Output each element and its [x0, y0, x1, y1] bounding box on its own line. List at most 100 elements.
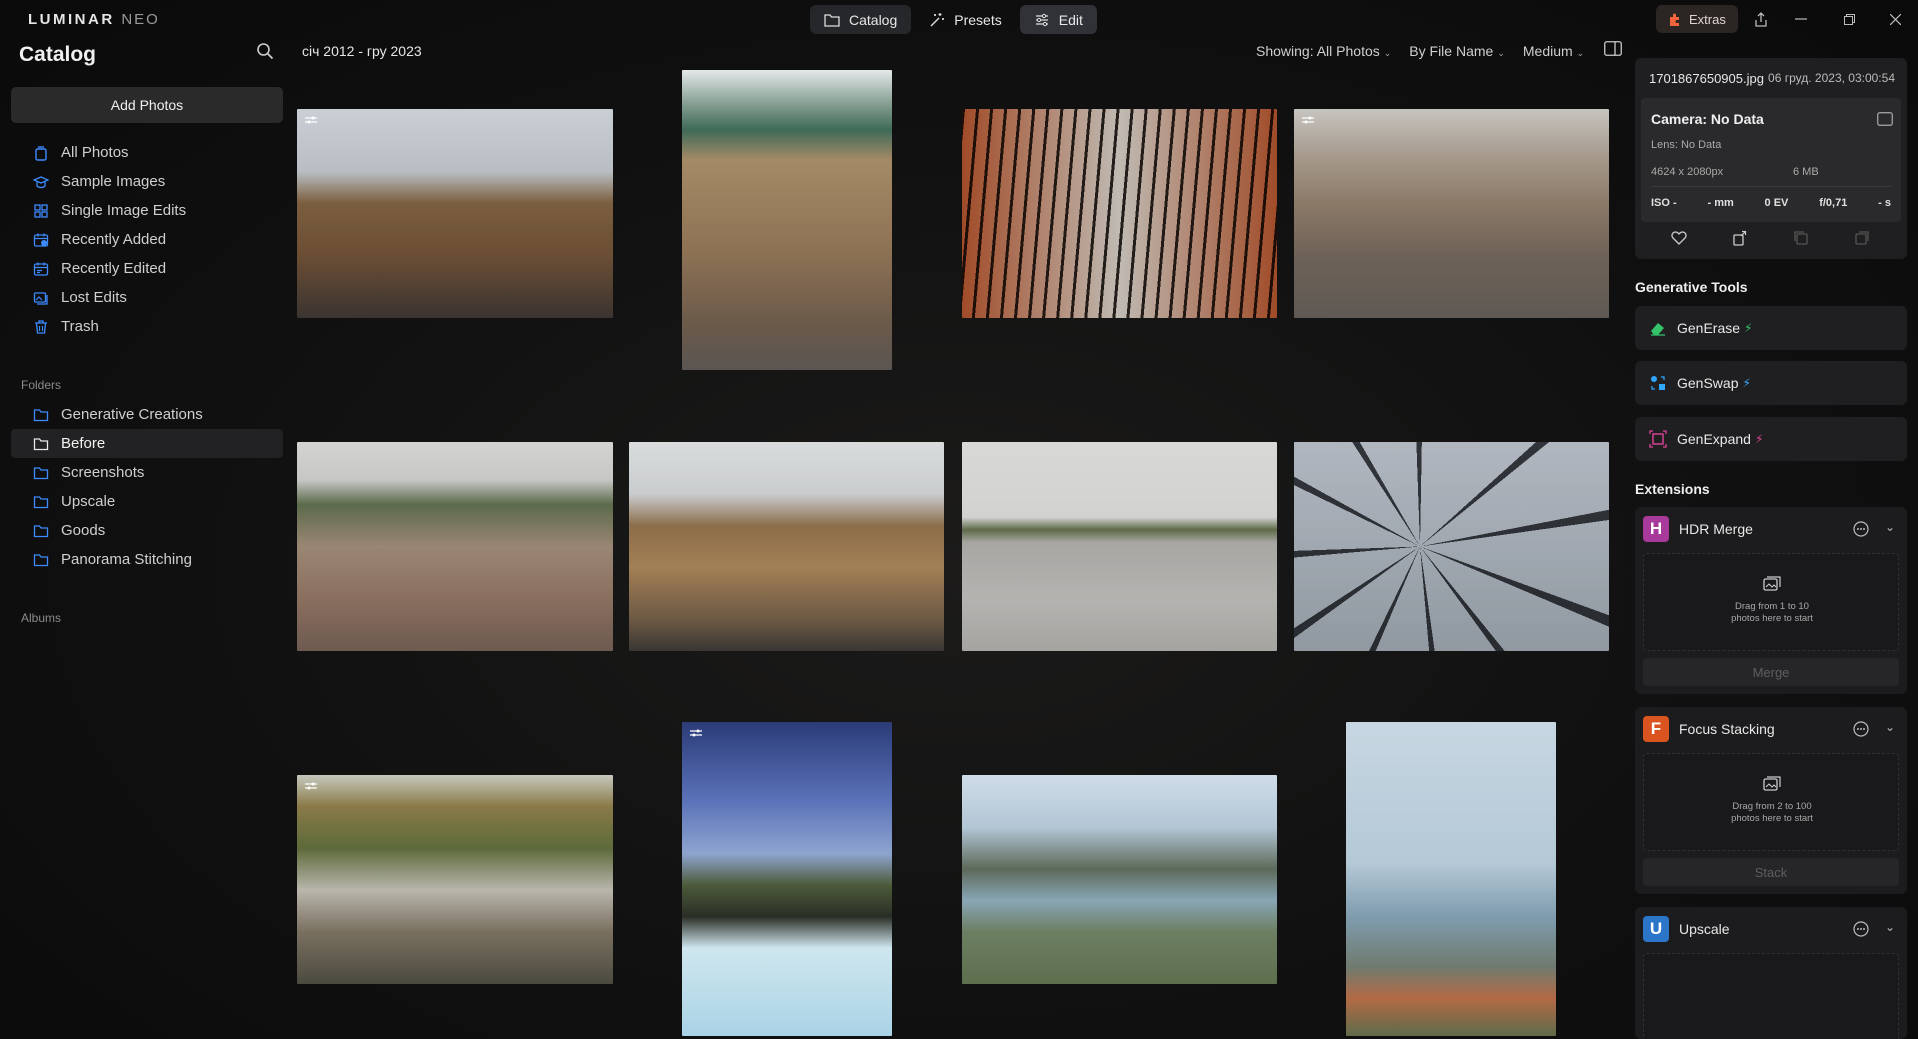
- chevron-down-icon[interactable]: ⌄: [1885, 720, 1895, 734]
- images-icon: [33, 291, 48, 305]
- thumbnail-size-dropdown[interactable]: Medium ⌄: [1523, 43, 1584, 59]
- expand-icon[interactable]: [1877, 112, 1893, 126]
- file-size: 6 MB: [1793, 166, 1819, 178]
- chevron-down-icon[interactable]: ⌄: [1885, 520, 1895, 534]
- focus-stacking-card: F Focus Stacking ⌄ Drag from 2 to 100 ph…: [1635, 707, 1907, 894]
- photo-thumbnail[interactable]: [682, 722, 892, 1036]
- chevron-down-icon: ⌄: [1576, 48, 1585, 58]
- mode-switcher: Catalog Presets Edit: [810, 5, 1097, 34]
- nav-label: Trash: [61, 318, 99, 335]
- folder-icon: [33, 524, 49, 537]
- photo-thumbnail[interactable]: [297, 775, 613, 984]
- nav-recently-added[interactable]: Recently Added: [11, 225, 283, 254]
- more-options-icon[interactable]: [1853, 521, 1869, 537]
- panel-toggle-icon[interactable]: [1604, 41, 1624, 59]
- folder-before[interactable]: Before: [11, 429, 283, 458]
- nav-trash[interactable]: Trash: [11, 312, 283, 341]
- extensions-heading: Extensions: [1635, 481, 1710, 497]
- aperture-value: f/0,71: [1819, 197, 1848, 209]
- add-photos-button[interactable]: Add Photos: [11, 87, 283, 123]
- upscale-drop-zone[interactable]: [1643, 953, 1899, 1039]
- folder-icon: [33, 495, 49, 508]
- drop-line-1: Drag from 1 to 10: [1735, 601, 1809, 612]
- image-dimensions: 4624 x 2080px: [1651, 166, 1724, 178]
- folder-generative-creations[interactable]: Generative Creations: [11, 400, 283, 429]
- drop-line-1: Drag from 2 to 100: [1732, 801, 1812, 812]
- folder-upscale[interactable]: Upscale: [11, 487, 283, 516]
- albums-section-label: Albums: [21, 611, 62, 625]
- presets-mode-button[interactable]: Presets: [915, 5, 1015, 34]
- photo-thumbnail[interactable]: [629, 442, 944, 651]
- restore-icon[interactable]: [1832, 6, 1866, 32]
- nav-recently-edited[interactable]: Recently Edited: [11, 254, 283, 283]
- exif-row: ISO - - mm 0 EV f/0,71 - s: [1651, 197, 1891, 209]
- edited-badge-icon: [305, 782, 317, 790]
- upscale-logo: U: [1643, 916, 1669, 942]
- lightning-icon: ⚡︎: [1744, 321, 1753, 335]
- photo-thumbnail[interactable]: [1346, 722, 1556, 1036]
- focus-stacking-logo: F: [1643, 716, 1669, 742]
- chevron-down-icon[interactable]: ⌄: [1885, 920, 1895, 934]
- focus-stacking-header[interactable]: F Focus Stacking ⌄: [1643, 715, 1899, 743]
- folder-screenshots[interactable]: Screenshots: [11, 458, 283, 487]
- generase-button[interactable]: GenErase ⚡︎: [1635, 306, 1907, 350]
- nav-lost-edits[interactable]: Lost Edits: [11, 283, 283, 312]
- folder-label: Generative Creations: [61, 406, 203, 423]
- rotate-icon[interactable]: [1732, 230, 1750, 248]
- minimize-icon[interactable]: [1784, 6, 1818, 32]
- folder-panorama-stitching[interactable]: Panorama Stitching: [11, 545, 283, 574]
- showing-filter-dropdown[interactable]: Showing: All Photos ⌄: [1256, 43, 1391, 59]
- lens-info: Lens: No Data: [1651, 139, 1722, 151]
- drop-instructions: Drag from 1 to 10 photos here to start: [1644, 601, 1900, 625]
- nav-label: Sample Images: [61, 173, 166, 190]
- nav-single-image-edits[interactable]: Single Image Edits: [11, 196, 283, 225]
- copy-icon[interactable]: [1793, 230, 1811, 248]
- folder-list: Generative Creations Before Screenshots …: [11, 400, 283, 574]
- photo-thumbnail[interactable]: [1294, 442, 1609, 651]
- heart-icon[interactable]: [1670, 230, 1689, 248]
- catalog-mode-button[interactable]: Catalog: [810, 5, 912, 34]
- shutter-value: - s: [1878, 197, 1891, 209]
- share-icon[interactable]: [1744, 6, 1778, 32]
- hdr-merge-drop-zone[interactable]: Drag from 1 to 10 photos here to start: [1643, 553, 1899, 651]
- focus-stacking-drop-zone[interactable]: Drag from 2 to 100 photos here to start: [1643, 753, 1899, 851]
- search-icon[interactable]: [256, 42, 280, 66]
- hdr-merge-card: H HDR Merge ⌄ Drag from 1 to 10 photos h…: [1635, 507, 1907, 694]
- more-options-icon[interactable]: [1853, 921, 1869, 937]
- nav-all-photos[interactable]: All Photos: [11, 138, 283, 167]
- stack-button[interactable]: Stack: [1643, 858, 1899, 886]
- upscale-header[interactable]: U Upscale ⌄: [1643, 915, 1899, 943]
- photo-thumbnail[interactable]: [962, 109, 1277, 318]
- folders-section-label: Folders: [21, 378, 62, 392]
- camera-info: Camera: No Data: [1651, 111, 1764, 127]
- paste-icon[interactable]: [1854, 230, 1872, 248]
- photo-thumbnail[interactable]: [1294, 109, 1609, 318]
- genswap-button[interactable]: GenSwap ⚡︎: [1635, 361, 1907, 405]
- trash-icon: [35, 319, 47, 334]
- photo-thumbnail[interactable]: [297, 109, 613, 318]
- more-options-icon[interactable]: [1853, 721, 1869, 737]
- photo-thumbnail[interactable]: [962, 442, 1277, 651]
- photo-thumbnail[interactable]: [297, 442, 613, 651]
- sort-dropdown[interactable]: By File Name ⌄: [1409, 43, 1505, 59]
- genexpand-button[interactable]: GenExpand ⚡︎: [1635, 417, 1907, 461]
- lightning-icon: ⚡︎: [1754, 432, 1764, 446]
- hdr-merge-header[interactable]: H HDR Merge ⌄: [1643, 515, 1899, 543]
- photo-thumbnail[interactable]: [682, 70, 892, 370]
- folder-icon: [33, 553, 49, 566]
- edit-mode-button[interactable]: Edit: [1019, 5, 1097, 34]
- sliders-icon: [1035, 13, 1048, 26]
- close-icon[interactable]: [1878, 6, 1912, 32]
- folder-goods[interactable]: Goods: [11, 516, 283, 545]
- merge-button[interactable]: Merge: [1643, 658, 1899, 686]
- nav-label: Recently Edited: [61, 260, 167, 277]
- extras-button[interactable]: Extras: [1656, 5, 1738, 33]
- hdr-merge-logo: H: [1643, 516, 1669, 542]
- folder-label: Upscale: [61, 493, 116, 510]
- folder-label: Goods: [61, 522, 106, 539]
- nav-sample-images[interactable]: Sample Images: [11, 167, 283, 196]
- photo-thumbnail[interactable]: [962, 775, 1277, 984]
- date-range-label: січ 2012 - гру 2023: [302, 43, 422, 59]
- upscale-card: U Upscale ⌄: [1635, 907, 1907, 1039]
- folder-label: Screenshots: [61, 464, 145, 481]
